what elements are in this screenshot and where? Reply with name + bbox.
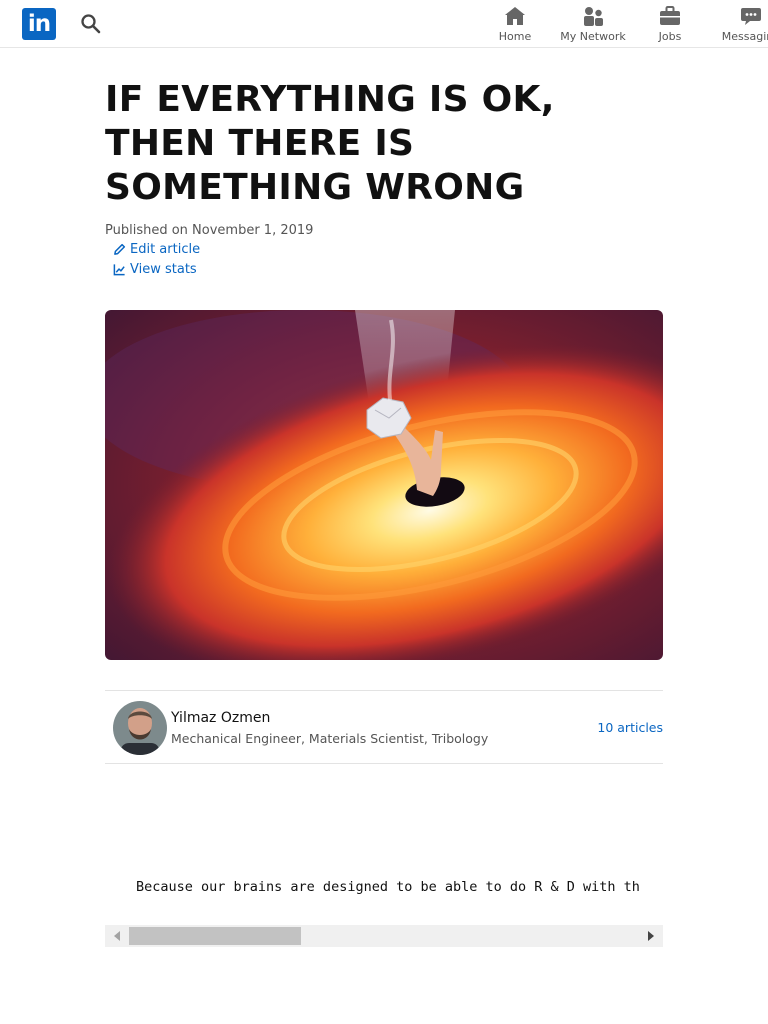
search-icon[interactable] [79, 12, 103, 36]
chat-icon [741, 8, 761, 25]
article-title: IF EVERYTHING IS OK, THEN THERE IS SOMET… [105, 79, 555, 208]
scrollbar-thumb[interactable] [129, 927, 301, 945]
nav-item-my-network[interactable]: My Network [558, 5, 628, 43]
briefcase-icon [660, 6, 680, 25]
chart-line-icon [113, 264, 125, 276]
article-body-text: Because our brains are designed to be ab… [136, 879, 640, 895]
top-navigation-bar: in Home My Network Jobs Messagi [0, 0, 768, 48]
author-name[interactable]: Yilmaz Ozmen [171, 710, 270, 726]
edit-article-label: Edit article [130, 242, 201, 257]
author-card: Yilmaz Ozmen Mechanical Engineer, Materi… [105, 690, 663, 764]
linkedin-logo[interactable]: in [22, 8, 56, 40]
nav-item-label: Jobs [658, 30, 682, 43]
nav-item-home[interactable]: Home [495, 5, 535, 43]
horizontal-scrollbar[interactable] [105, 925, 663, 947]
nav-item-messaging[interactable]: Messaging [716, 5, 768, 43]
nav-item-jobs[interactable]: Jobs [652, 5, 688, 43]
scroll-left-arrow-icon[interactable] [105, 925, 129, 947]
view-stats-label: View stats [130, 262, 197, 277]
nav-item-label: Home [498, 30, 532, 43]
view-stats-link[interactable]: View stats [113, 262, 197, 277]
pencil-icon [114, 243, 126, 255]
author-articles-link[interactable]: 10 articles [597, 720, 663, 735]
author-headline: Mechanical Engineer, Materials Scientist… [171, 731, 489, 746]
edit-article-link[interactable]: Edit article [113, 242, 200, 257]
published-date: Published on November 1, 2019 [105, 223, 314, 238]
home-icon [505, 7, 525, 25]
article-cover-image [105, 310, 663, 660]
nav-item-label: Messaging [721, 30, 768, 43]
nav-item-label: My Network [560, 30, 626, 43]
author-avatar[interactable] [113, 701, 167, 755]
people-icon [584, 7, 603, 26]
article-body-preformatted: Because our brains are designed to be ab… [105, 876, 663, 900]
scroll-right-arrow-icon[interactable] [639, 925, 663, 947]
